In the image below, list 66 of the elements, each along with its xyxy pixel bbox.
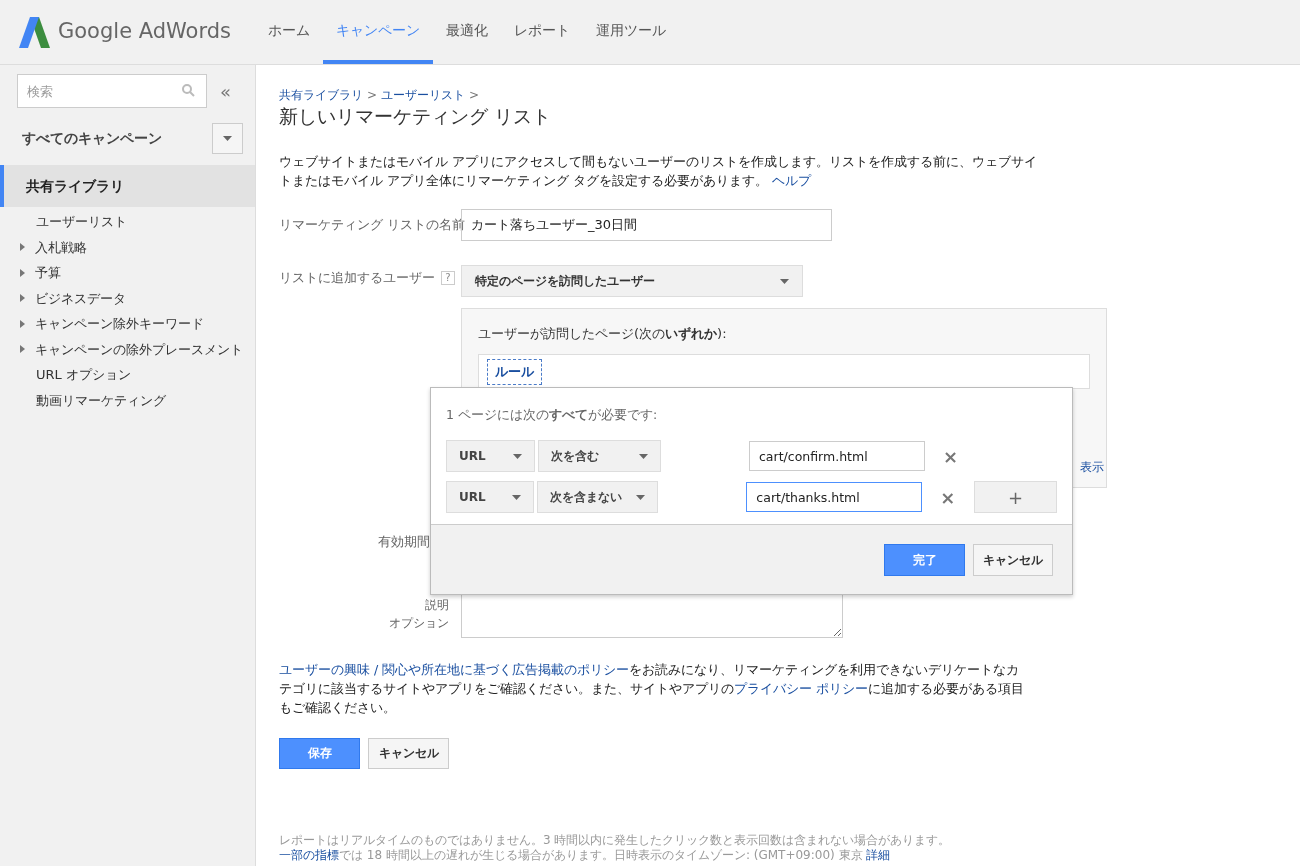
- sidebar-item[interactable]: キャンペーンの除外プレースメント: [35, 339, 243, 359]
- remove-button[interactable]: ×: [940, 483, 955, 511]
- footer-note: 一部の指標では 18 時間以上の遅れが生じる場合があります。日時表示のタイムゾーン: (GMT+09:00) 東京 詳細: [279, 847, 892, 863]
- expand-icon: [20, 294, 25, 303]
- nav-tab[interactable]: 最適化: [433, 0, 501, 64]
- search-icon: [182, 84, 195, 97]
- operator-dropdown[interactable]: 次を含む: [538, 440, 661, 472]
- sidebar-item[interactable]: 予算: [35, 263, 61, 283]
- caret-icon: [511, 494, 521, 500]
- policy-link[interactable]: プライバシー ポリシー: [734, 680, 868, 696]
- footer-note: レポートはリアルタイムのものではありません。3 時間以内に発生したクリック数と表示回数は含まれない場合があります。: [279, 832, 952, 848]
- value-field[interactable]: cart/confirm.html: [749, 441, 925, 471]
- expand-icon: [20, 243, 25, 252]
- caret-icon: [513, 453, 522, 459]
- sidebar-item[interactable]: ビジネスデータ: [35, 288, 126, 308]
- search-field[interactable]: 検索: [17, 74, 207, 108]
- help-icon[interactable]: ?: [441, 270, 455, 285]
- sidebar-item[interactable]: ユーザーリスト: [36, 212, 127, 232]
- logo-text: Google AdWords: [58, 18, 231, 46]
- sidebar-item[interactable]: 動画リマーケティング: [36, 390, 166, 410]
- pages-heading: ユーザーが訪問したページ(次のいずれか):: [478, 326, 727, 341]
- breadcrumb-link[interactable]: ユーザーリスト: [381, 86, 466, 104]
- field-label: 説明: [425, 596, 449, 614]
- rule-chip[interactable]: ルール: [487, 358, 542, 385]
- cancel-button[interactable]: キャンセル: [368, 737, 449, 769]
- sidebar-item[interactable]: 入札戦略: [35, 237, 87, 257]
- field-label: リストに追加するユーザー: [279, 269, 435, 287]
- value-field[interactable]: cart/thanks.html: [746, 482, 923, 512]
- caret-icon: [780, 278, 789, 284]
- nav-tab[interactable]: 運用ツール: [583, 0, 679, 64]
- breadcrumb-link[interactable]: 共有ライブラリ: [279, 86, 363, 104]
- show-link[interactable]: 表示: [1080, 458, 1104, 476]
- policy-link[interactable]: ユーザーの興味 / 関心や所在地に基づく広告掲載のポリシー: [279, 661, 630, 677]
- field-dropdown[interactable]: URL: [446, 440, 535, 472]
- users-dropdown[interactable]: 特定のページを訪問したユーザー: [461, 265, 803, 297]
- breadcrumb-separator: >: [469, 87, 480, 104]
- caret-icon: [639, 453, 648, 459]
- expand-icon: [20, 319, 25, 328]
- caret-icon: [223, 135, 232, 141]
- help-link[interactable]: ヘルプ: [767, 173, 811, 188]
- field-label: 有効期間: [377, 533, 430, 551]
- breadcrumb-separator: >: [367, 87, 378, 104]
- popup-heading: 1 ページには次のすべてが必要です:: [446, 407, 658, 422]
- footer-link[interactable]: 一部の指標: [279, 847, 339, 862]
- sidebar-section[interactable]: 共有ライブラリ: [0, 165, 255, 207]
- expand-icon: [20, 345, 25, 354]
- field-dropdown[interactable]: URL: [446, 481, 534, 513]
- sidebar-item[interactable]: キャンペーン除外キーワード: [35, 314, 204, 334]
- optional-note: オプション: [389, 614, 449, 632]
- intro-text: ウェブサイトまたはモバイル アプリにアクセスして間もないユーザーのリストを作成します。リストを作成する前に、ウェブサイトまたはモバイル アプリ全体にリマーケティング タグを設定する必要があります。 ヘルプ: [279, 153, 1038, 190]
- logo-icon: [19, 16, 50, 48]
- expand-icon: [20, 268, 25, 277]
- cancel-button[interactable]: キャンセル: [973, 543, 1053, 576]
- collapse-button[interactable]: «: [220, 77, 231, 105]
- caret-icon: [636, 494, 646, 500]
- sidebar-item[interactable]: URL オプション: [36, 365, 131, 385]
- nav-tab[interactable]: ホーム: [255, 0, 323, 64]
- nav-tab[interactable]: レポート: [501, 0, 583, 64]
- campaigns-dropdown[interactable]: [212, 122, 243, 154]
- operator-dropdown[interactable]: 次を含まない: [536, 481, 659, 513]
- campaigns-label: すべてのキャンペーン: [22, 128, 162, 148]
- footer-link[interactable]: 詳細: [866, 847, 891, 862]
- policy-text: ユーザーの興味 / 関心や所在地に基づく広告掲載のポリシーをお読みになり、リマーケティングを利用できないデリケートなカテゴリに該当するサイトやアプリをご確認ください。また、サイトやアプリのプライバシー ポリシーに追加する必要がある項目もご確認ください。: [279, 660, 1024, 717]
- add-button[interactable]: +: [974, 481, 1057, 513]
- page-title: 新しいリマーケティング リスト: [279, 104, 553, 128]
- remove-button[interactable]: ×: [943, 442, 957, 470]
